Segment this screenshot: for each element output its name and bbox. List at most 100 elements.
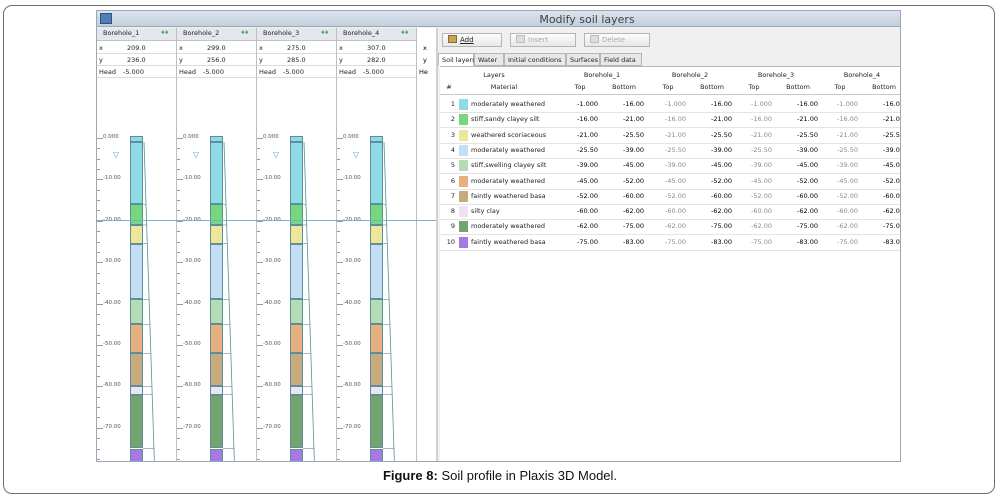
bottom-value[interactable]: -62.00 [864, 207, 900, 215]
table-row[interactable]: 8 silty clay -60.00 -62.00 -60.00 -62.00 -60.0… [440, 204, 900, 219]
top-value[interactable]: -39.00 [732, 161, 772, 169]
bottom-value[interactable]: -52.00 [778, 177, 818, 185]
top-value[interactable]: -75.00 [818, 238, 858, 246]
top-value[interactable]: -39.00 [646, 161, 686, 169]
table-row[interactable]: 2 stiff,sandy clayey silt -16.00 -21.00 -16.… [440, 112, 900, 127]
top-value[interactable]: -45.00 [646, 177, 686, 185]
bottom-value[interactable]: -52.00 [692, 177, 732, 185]
y-value-field[interactable]: 282.0 [367, 56, 386, 64]
x-value-field[interactable]: 209.0 [127, 44, 146, 52]
bottom-value[interactable]: -16.00 [864, 100, 900, 108]
table-row[interactable]: 9 moderately weathered -62.00 -75.00 -62.00-… [440, 219, 900, 234]
insert-button[interactable]: Insert [510, 33, 576, 47]
head-value-field[interactable]: -5.000 [283, 68, 304, 76]
bottom-value[interactable]: -39.00 [778, 146, 818, 154]
bottom-value[interactable]: -52.00 [604, 177, 644, 185]
bottom-value[interactable]: -25.50 [692, 131, 732, 139]
link-arrows-icon[interactable]: ↔ [321, 28, 329, 38]
head-value-field[interactable]: -5.000 [203, 68, 224, 76]
top-value[interactable]: -16.00 [558, 115, 598, 123]
tab-initial-conditions[interactable]: Initial conditions [504, 53, 566, 66]
delete-button[interactable]: Delete [584, 33, 650, 47]
top-value[interactable]: -52.00 [558, 192, 598, 200]
table-row[interactable]: 3 weathered scoriaceous -21.00 -25.50 -21.00… [440, 128, 900, 143]
bottom-value[interactable]: -45.00 [692, 161, 732, 169]
top-value[interactable]: -62.00 [646, 222, 686, 230]
bottom-value[interactable]: -75.00 [692, 222, 732, 230]
top-value[interactable]: -45.00 [732, 177, 772, 185]
top-value[interactable]: -39.00 [818, 161, 858, 169]
bottom-value[interactable]: -62.00 [692, 207, 732, 215]
tab-surfaces[interactable]: Surfaces [566, 53, 600, 66]
table-row[interactable]: 1 moderately weathered -1.000 -16.00 -1.000-… [440, 97, 900, 112]
material-name[interactable]: stiff,swelling clayey silt [471, 161, 546, 169]
bottom-value[interactable]: -25.50 [604, 131, 644, 139]
bottom-value[interactable]: -60.00 [778, 192, 818, 200]
material-name[interactable]: moderately weathered [471, 146, 545, 154]
bottom-value[interactable]: -45.00 [864, 161, 900, 169]
top-value[interactable]: -45.00 [558, 177, 598, 185]
material-name[interactable]: faintly weathered basa [471, 238, 546, 246]
bottom-value[interactable]: -39.00 [604, 146, 644, 154]
top-value[interactable]: -60.00 [558, 207, 598, 215]
bottom-value[interactable]: -60.00 [604, 192, 644, 200]
bottom-value[interactable]: -21.00 [604, 115, 644, 123]
bottom-value[interactable]: -21.00 [692, 115, 732, 123]
x-value-field[interactable]: 275.0 [287, 44, 306, 52]
bottom-value[interactable]: -45.00 [778, 161, 818, 169]
bottom-value[interactable]: -60.00 [692, 192, 732, 200]
head-value-field[interactable]: -5.000 [363, 68, 384, 76]
top-value[interactable]: -52.00 [732, 192, 772, 200]
add-button[interactable]: Add [442, 33, 502, 47]
bottom-value[interactable]: -75.00 [864, 222, 900, 230]
top-value[interactable]: -25.50 [646, 146, 686, 154]
top-value[interactable]: -1.000 [558, 100, 598, 108]
top-value[interactable]: -62.00 [732, 222, 772, 230]
material-name[interactable]: faintly weathered basa [471, 192, 546, 200]
tab-water[interactable]: Water [474, 53, 504, 66]
bottom-value[interactable]: -39.00 [864, 146, 900, 154]
bottom-value[interactable]: -25.50 [778, 131, 818, 139]
bottom-value[interactable]: -62.00 [778, 207, 818, 215]
material-name[interactable]: moderately weathered [471, 177, 545, 185]
bottom-value[interactable]: -83.00 [778, 238, 818, 246]
table-row[interactable]: 5 stiff,swelling clayey silt -39.00 -45.00-… [440, 158, 900, 173]
top-value[interactable]: -62.00 [818, 222, 858, 230]
y-value-field[interactable]: 285.0 [287, 56, 306, 64]
bottom-value[interactable]: -16.00 [604, 100, 644, 108]
top-value[interactable]: -16.00 [818, 115, 858, 123]
x-value-field[interactable]: 307.0 [367, 44, 386, 52]
bottom-value[interactable]: -16.00 [778, 100, 818, 108]
x-value-field[interactable]: 299.0 [207, 44, 226, 52]
bottom-value[interactable]: -60.00 [864, 192, 900, 200]
top-value[interactable]: -52.00 [646, 192, 686, 200]
bottom-value[interactable]: -75.00 [604, 222, 644, 230]
top-value[interactable]: -45.00 [818, 177, 858, 185]
material-name[interactable]: moderately weathered [471, 222, 545, 230]
bottom-value[interactable]: -75.00 [778, 222, 818, 230]
top-value[interactable]: -1.000 [818, 100, 858, 108]
tab-field-data[interactable]: Field data [600, 53, 642, 66]
bottom-value[interactable]: -39.00 [692, 146, 732, 154]
bottom-value[interactable]: -83.00 [604, 238, 644, 246]
bottom-value[interactable]: -83.00 [692, 238, 732, 246]
top-value[interactable]: -16.00 [732, 115, 772, 123]
top-value[interactable]: -75.00 [732, 238, 772, 246]
top-value[interactable]: -1.000 [732, 100, 772, 108]
tab-soil-layers[interactable]: Soil layers [438, 53, 475, 66]
link-arrows-icon[interactable]: ↔ [401, 28, 409, 38]
table-row[interactable]: 6 moderately weathered -45.00 -52.00 -45.00-… [440, 174, 900, 189]
link-arrows-icon[interactable]: ↔ [241, 28, 249, 38]
top-value[interactable]: -75.00 [558, 238, 598, 246]
top-value[interactable]: -21.00 [732, 131, 772, 139]
material-name[interactable]: moderately weathered [471, 100, 545, 108]
bottom-value[interactable]: -45.00 [604, 161, 644, 169]
top-value[interactable]: -21.00 [818, 131, 858, 139]
bottom-value[interactable]: -62.00 [604, 207, 644, 215]
top-value[interactable]: -75.00 [646, 238, 686, 246]
bottom-value[interactable]: -52.00 [864, 177, 900, 185]
top-value[interactable]: -21.00 [646, 131, 686, 139]
top-value[interactable]: -1.000 [646, 100, 686, 108]
table-row[interactable]: 7 faintly weathered basa -52.00 -60.00 -52.0… [440, 189, 900, 204]
material-name[interactable]: silty clay [471, 207, 500, 215]
